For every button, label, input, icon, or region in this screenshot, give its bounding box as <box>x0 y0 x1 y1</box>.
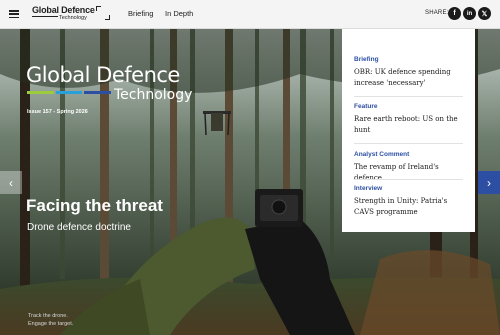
contents-card: Briefing OBR: UK defence spending increa… <box>342 29 475 232</box>
cover-color-bars <box>27 91 112 94</box>
color-bar-blue <box>84 91 112 94</box>
chevron-right-icon: › <box>487 175 491 190</box>
facebook-icon[interactable]: f <box>448 7 461 20</box>
chevron-left-icon: ‹ <box>9 175 13 190</box>
corner-bracket-icon <box>96 6 110 20</box>
issue-label: Issue 157 - Spring 2026 <box>27 109 88 115</box>
contents-category: Interview <box>354 185 383 192</box>
menu-icon[interactable] <box>9 10 19 18</box>
tagline-line-1: Track the drone. <box>28 313 68 319</box>
share-label: SHARE: <box>425 10 449 16</box>
contents-item-feature[interactable]: Feature Rare earth reboot: US on the hun… <box>354 103 463 136</box>
logo-line-1: Global Defence <box>32 5 95 15</box>
cover-headline: Facing the threat <box>26 196 163 215</box>
contents-divider <box>354 96 463 97</box>
logo-rule <box>32 16 58 17</box>
cover-title-line-1: Global Defence <box>26 63 180 87</box>
contents-category: Analyst Comment <box>354 151 410 158</box>
cover-subheadline: Drone defence doctrine <box>27 222 131 233</box>
cover-title-line-2: Technology <box>114 87 193 103</box>
contents-title[interactable]: OBR: UK defence spending increase 'neces… <box>354 67 463 89</box>
site-logo[interactable]: Global Defence Technology <box>32 5 95 23</box>
contents-divider <box>354 179 463 180</box>
carousel-next-button[interactable]: › <box>478 171 500 194</box>
cover-tagline: Track the drone. Engage the target. <box>28 312 73 328</box>
contents-title[interactable]: Rare earth reboot: US on the hunt <box>354 114 463 136</box>
contents-item-interview[interactable]: Interview Strength in Unity: Patria's CA… <box>354 185 463 218</box>
contents-title[interactable]: Strength in Unity: Patria's CAVS program… <box>354 196 463 218</box>
logo-line-2: Technology <box>59 15 87 21</box>
contents-divider <box>354 143 463 144</box>
nav-in-depth[interactable]: In Depth <box>165 9 193 18</box>
x-icon[interactable]: 𝕏 <box>478 7 491 20</box>
tagline-line-2: Engage the target. <box>28 321 74 327</box>
top-navigation-bar: Global Defence Technology Briefing In De… <box>0 0 500 29</box>
carousel-prev-button[interactable]: ‹ <box>0 171 22 194</box>
linkedin-icon[interactable]: in <box>463 7 476 20</box>
color-bar-cyan <box>55 91 83 94</box>
contents-category: Feature <box>354 103 378 110</box>
color-bar-green <box>27 91 54 94</box>
contents-item-briefing[interactable]: Briefing OBR: UK defence spending increa… <box>354 56 463 89</box>
contents-title[interactable]: The revamp of Ireland's defence <box>354 162 463 184</box>
nav-briefing[interactable]: Briefing <box>128 9 153 18</box>
contents-category: Briefing <box>354 56 379 63</box>
